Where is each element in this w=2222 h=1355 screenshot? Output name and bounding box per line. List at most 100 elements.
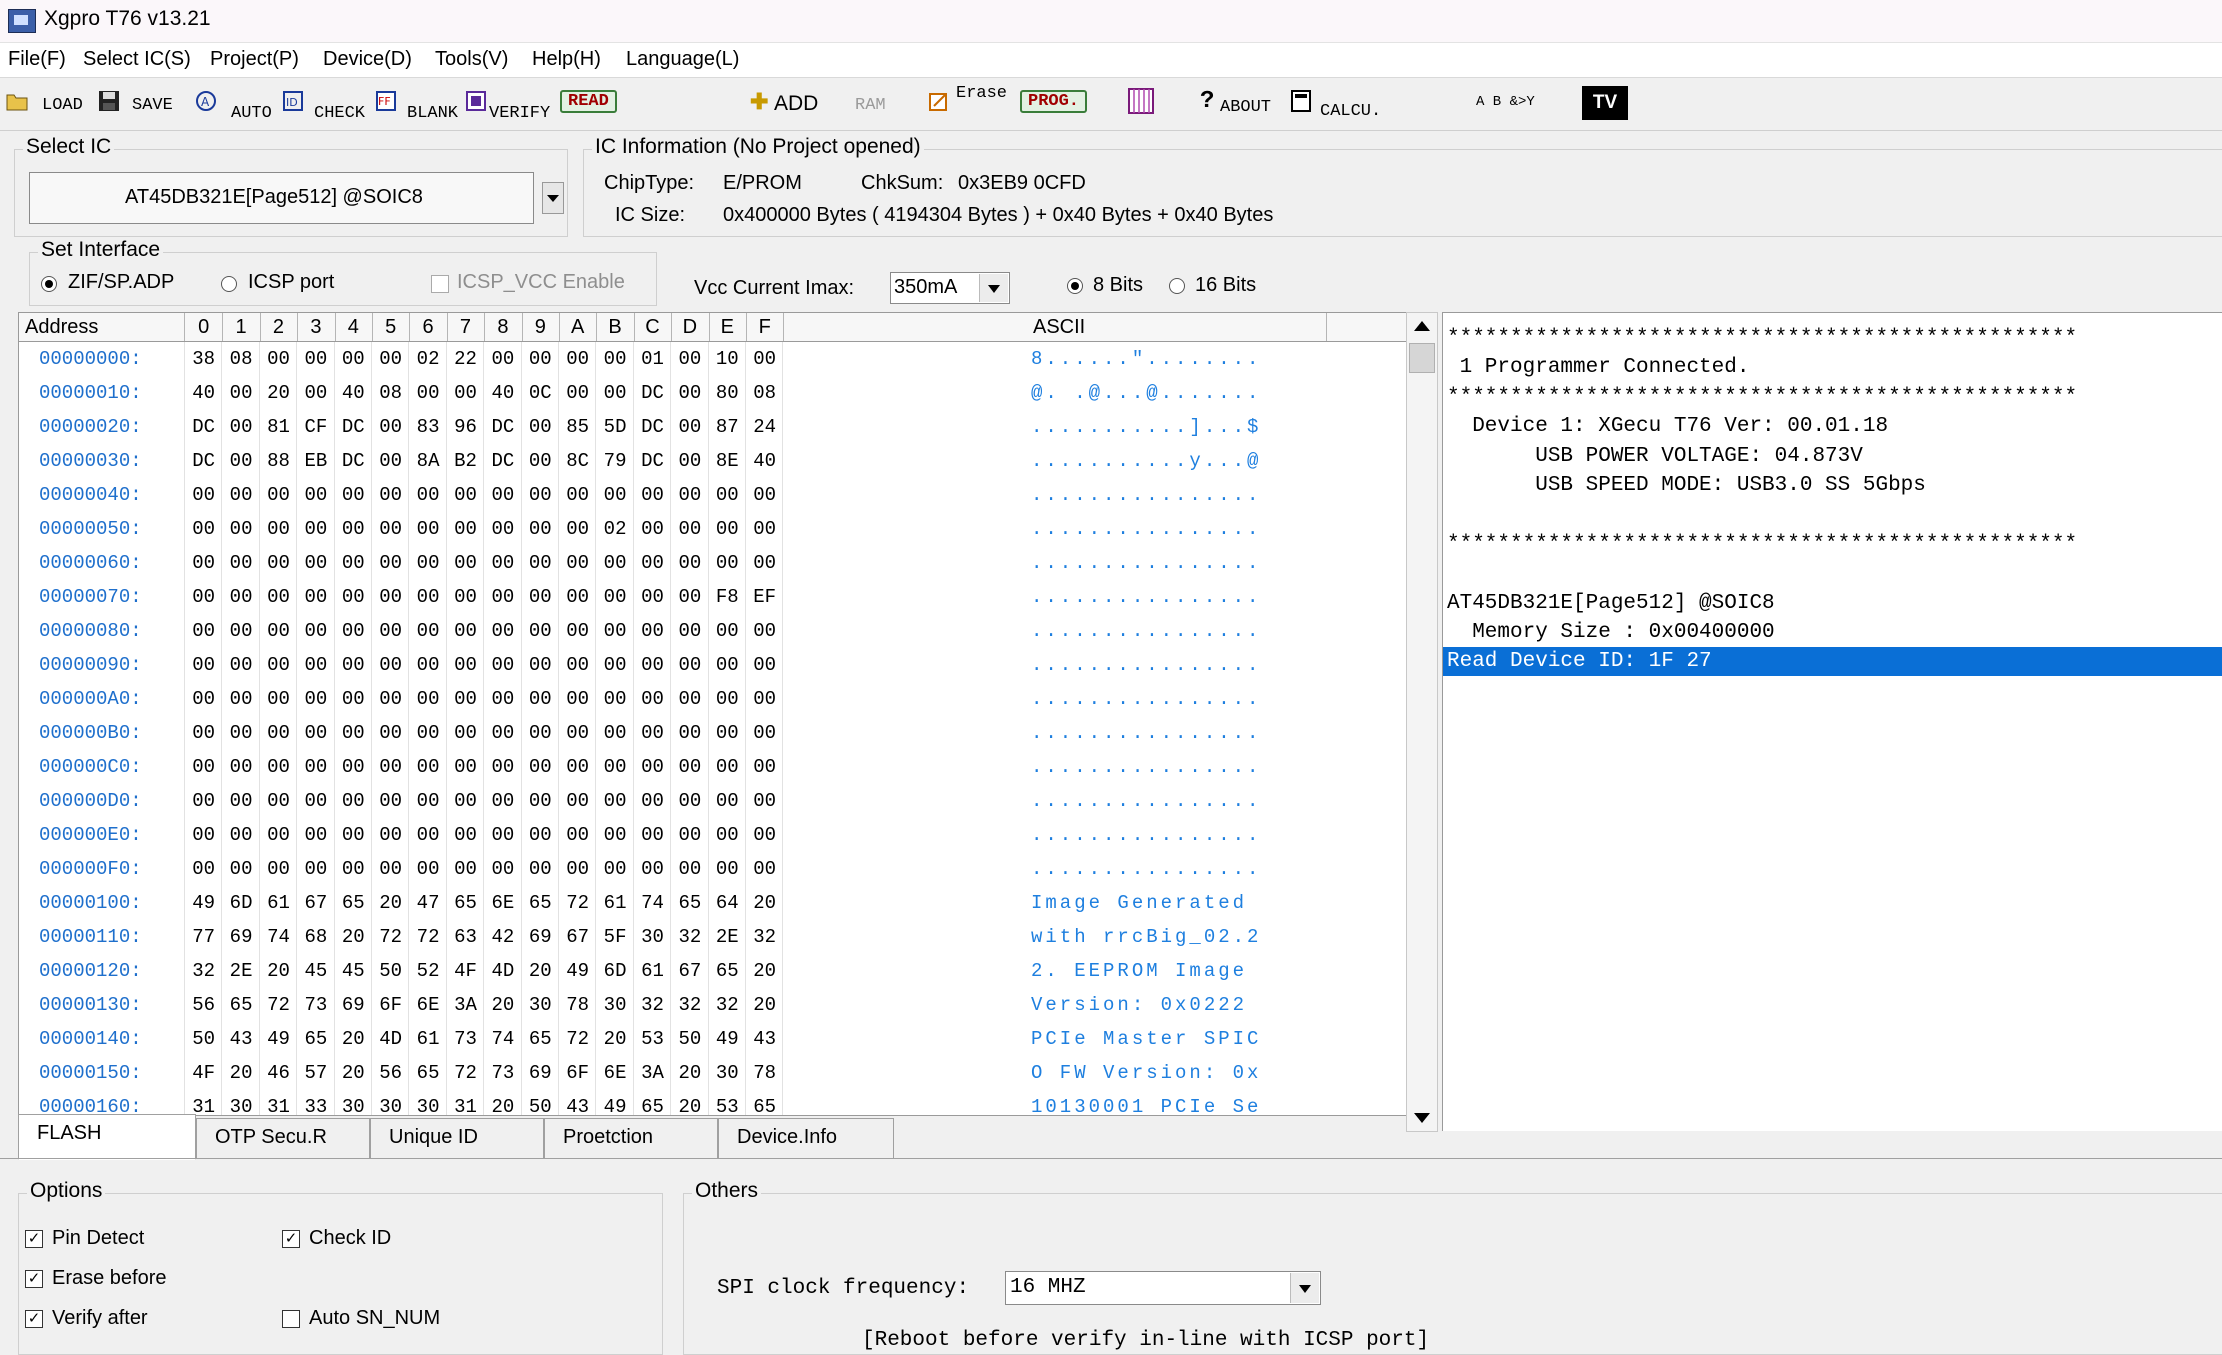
hex-byte-cell[interactable]: 00 bbox=[709, 818, 746, 852]
hex-byte-cell[interactable]: 00 bbox=[671, 580, 708, 614]
hex-byte-cell[interactable]: 00 bbox=[671, 342, 708, 376]
chevron-down-icon[interactable] bbox=[1290, 1273, 1319, 1303]
hex-byte-cell[interactable]: 00 bbox=[559, 682, 596, 716]
hex-byte-cell[interactable]: DC bbox=[185, 444, 222, 478]
hex-byte-cell[interactable]: 20 bbox=[260, 954, 297, 988]
menu-tools[interactable]: Tools(V) bbox=[435, 48, 508, 71]
ram-button[interactable]: RAM bbox=[855, 84, 905, 124]
hex-byte-cell[interactable]: 00 bbox=[634, 546, 671, 580]
hex-row[interactable]: 00000150: 4F 20 46 57 20 56 65 72 73 69 6F 6E 3A 20 30 7… bbox=[19, 1056, 1429, 1090]
hex-byte-cell[interactable]: 08 bbox=[222, 342, 259, 376]
spi-clock-select[interactable]: 16 MHZ bbox=[1005, 1271, 1321, 1305]
hex-byte-cell[interactable]: 8A bbox=[409, 444, 446, 478]
hex-byte-cell[interactable]: 00 bbox=[634, 648, 671, 682]
hex-byte-cell[interactable]: 00 bbox=[709, 512, 746, 546]
load-button[interactable]: LOAD bbox=[6, 84, 90, 124]
hex-byte-cell[interactable]: EB bbox=[297, 444, 334, 478]
vcc-current-select[interactable]: 350mA bbox=[890, 272, 1010, 304]
hex-byte-cell[interactable]: 00 bbox=[746, 818, 783, 852]
hex-byte-cell[interactable]: 00 bbox=[484, 580, 521, 614]
hex-byte-cell[interactable]: 20 bbox=[335, 920, 372, 954]
hex-byte-cell[interactable]: 50 bbox=[185, 1022, 222, 1056]
hex-byte-cell[interactable]: 00 bbox=[185, 546, 222, 580]
hex-byte-cell[interactable]: 30 bbox=[409, 1090, 446, 1115]
hex-byte-cell[interactable]: 00 bbox=[447, 818, 484, 852]
hex-byte-cell[interactable]: 00 bbox=[335, 342, 372, 376]
hex-byte-cell[interactable]: 56 bbox=[372, 1056, 409, 1090]
hex-byte-cell[interactable]: 30 bbox=[596, 988, 633, 1022]
hex-row[interactable]: 000000F0: 00 00 00 00 00 00 00 00 00 00 00 00 00 00 00 0… bbox=[19, 852, 1429, 886]
hex-byte-cell[interactable]: 00 bbox=[671, 478, 708, 512]
hex-byte-cell[interactable]: 00 bbox=[596, 750, 633, 784]
hex-byte-cell[interactable]: 33 bbox=[297, 1090, 334, 1115]
hex-byte-cell[interactable]: 00 bbox=[559, 784, 596, 818]
hex-byte-cell[interactable]: 00 bbox=[559, 852, 596, 886]
hex-byte-cell[interactable]: 67 bbox=[297, 886, 334, 920]
hex-byte-cell[interactable]: 74 bbox=[260, 920, 297, 954]
hex-byte-cell[interactable]: 00 bbox=[335, 784, 372, 818]
hex-byte-cell[interactable]: 00 bbox=[746, 852, 783, 886]
calculator-button[interactable]: CALCU. bbox=[1290, 84, 1381, 124]
hex-byte-cell[interactable]: 00 bbox=[372, 750, 409, 784]
hex-byte-cell[interactable]: 00 bbox=[522, 852, 559, 886]
hex-byte-cell[interactable]: 00 bbox=[484, 716, 521, 750]
hex-byte-cell[interactable]: 00 bbox=[484, 614, 521, 648]
hex-byte-cell[interactable]: 00 bbox=[671, 512, 708, 546]
hex-row[interactable]: 00000040: 00 00 00 00 00 00 00 00 00 00 00 00 00 00 00 0… bbox=[19, 478, 1429, 512]
hex-byte-cell[interactable]: 00 bbox=[222, 376, 259, 410]
hex-byte-cell[interactable]: 30 bbox=[372, 1090, 409, 1115]
hex-byte-cell[interactable]: 00 bbox=[634, 682, 671, 716]
hex-byte-cell[interactable]: 20 bbox=[372, 886, 409, 920]
hex-byte-cell[interactable]: 00 bbox=[447, 376, 484, 410]
hex-byte-cell[interactable]: 20 bbox=[484, 1090, 521, 1115]
hex-byte-cell[interactable]: 02 bbox=[596, 512, 633, 546]
hex-row[interactable]: 00000060: 00 00 00 00 00 00 00 00 00 00 00 00 00 00 00 0… bbox=[19, 546, 1429, 580]
hex-byte-cell[interactable]: 00 bbox=[596, 478, 633, 512]
hex-byte-cell[interactable]: 00 bbox=[185, 478, 222, 512]
tab-protection[interactable]: Proetction bbox=[544, 1118, 718, 1158]
hex-byte-cell[interactable]: 88 bbox=[260, 444, 297, 478]
hex-byte-cell[interactable]: 32 bbox=[709, 988, 746, 1022]
hex-byte-cell[interactable]: 0C bbox=[522, 376, 559, 410]
scroll-down-icon[interactable] bbox=[1414, 1113, 1430, 1123]
hex-byte-cell[interactable]: 00 bbox=[222, 546, 259, 580]
hex-byte-cell[interactable]: 32 bbox=[634, 988, 671, 1022]
hex-byte-cell[interactable]: F8 bbox=[709, 580, 746, 614]
hex-byte-cell[interactable]: 00 bbox=[484, 852, 521, 886]
hex-byte-cell[interactable]: 00 bbox=[335, 750, 372, 784]
hex-byte-cell[interactable]: 10 bbox=[709, 342, 746, 376]
hex-byte-cell[interactable]: 00 bbox=[335, 580, 372, 614]
hex-byte-cell[interactable]: 4F bbox=[447, 954, 484, 988]
hex-byte-cell[interactable]: DC bbox=[185, 410, 222, 444]
hex-byte-cell[interactable]: 78 bbox=[746, 1056, 783, 1090]
hex-byte-cell[interactable]: 00 bbox=[297, 478, 334, 512]
hex-byte-cell[interactable]: 00 bbox=[634, 512, 671, 546]
icsp-radio[interactable] bbox=[221, 276, 237, 292]
hex-byte-cell[interactable]: 00 bbox=[746, 750, 783, 784]
hex-byte-cell[interactable]: 00 bbox=[372, 478, 409, 512]
hex-byte-cell[interactable]: 30 bbox=[709, 1056, 746, 1090]
hex-row[interactable]: 00000010: 40 00 20 00 40 08 00 00 40 0C 00 00 DC 00 80 0… bbox=[19, 376, 1429, 410]
hex-byte-cell[interactable]: 65 bbox=[746, 1090, 783, 1115]
hex-byte-cell[interactable]: 22 bbox=[447, 342, 484, 376]
bits8-radio[interactable] bbox=[1067, 278, 1083, 294]
hex-byte-cell[interactable]: 00 bbox=[709, 478, 746, 512]
hex-byte-cell[interactable]: 00 bbox=[671, 818, 708, 852]
save-button[interactable]: SAVE bbox=[98, 84, 182, 124]
hex-byte-cell[interactable]: 00 bbox=[709, 648, 746, 682]
hex-row[interactable]: 00000090: 00 00 00 00 00 00 00 00 00 00 00 00 00 00 00 0… bbox=[19, 648, 1429, 682]
hex-byte-cell[interactable]: 5D bbox=[596, 410, 633, 444]
erase-button[interactable]: Erase bbox=[928, 84, 1008, 124]
verify-button[interactable]: VERIFY bbox=[465, 84, 555, 124]
hex-byte-cell[interactable]: 00 bbox=[222, 512, 259, 546]
auto-button[interactable]: A AUTO bbox=[195, 84, 275, 124]
hex-byte-cell[interactable]: 00 bbox=[634, 716, 671, 750]
hex-byte-cell[interactable]: 00 bbox=[447, 546, 484, 580]
hex-byte-cell[interactable]: 6E bbox=[409, 988, 446, 1022]
hex-byte-cell[interactable]: 73 bbox=[297, 988, 334, 1022]
hex-byte-cell[interactable]: 00 bbox=[709, 852, 746, 886]
hex-byte-cell[interactable]: 8E bbox=[709, 444, 746, 478]
hex-byte-cell[interactable]: 00 bbox=[484, 818, 521, 852]
hex-byte-cell[interactable]: 00 bbox=[409, 852, 446, 886]
hex-byte-cell[interactable]: 50 bbox=[671, 1022, 708, 1056]
